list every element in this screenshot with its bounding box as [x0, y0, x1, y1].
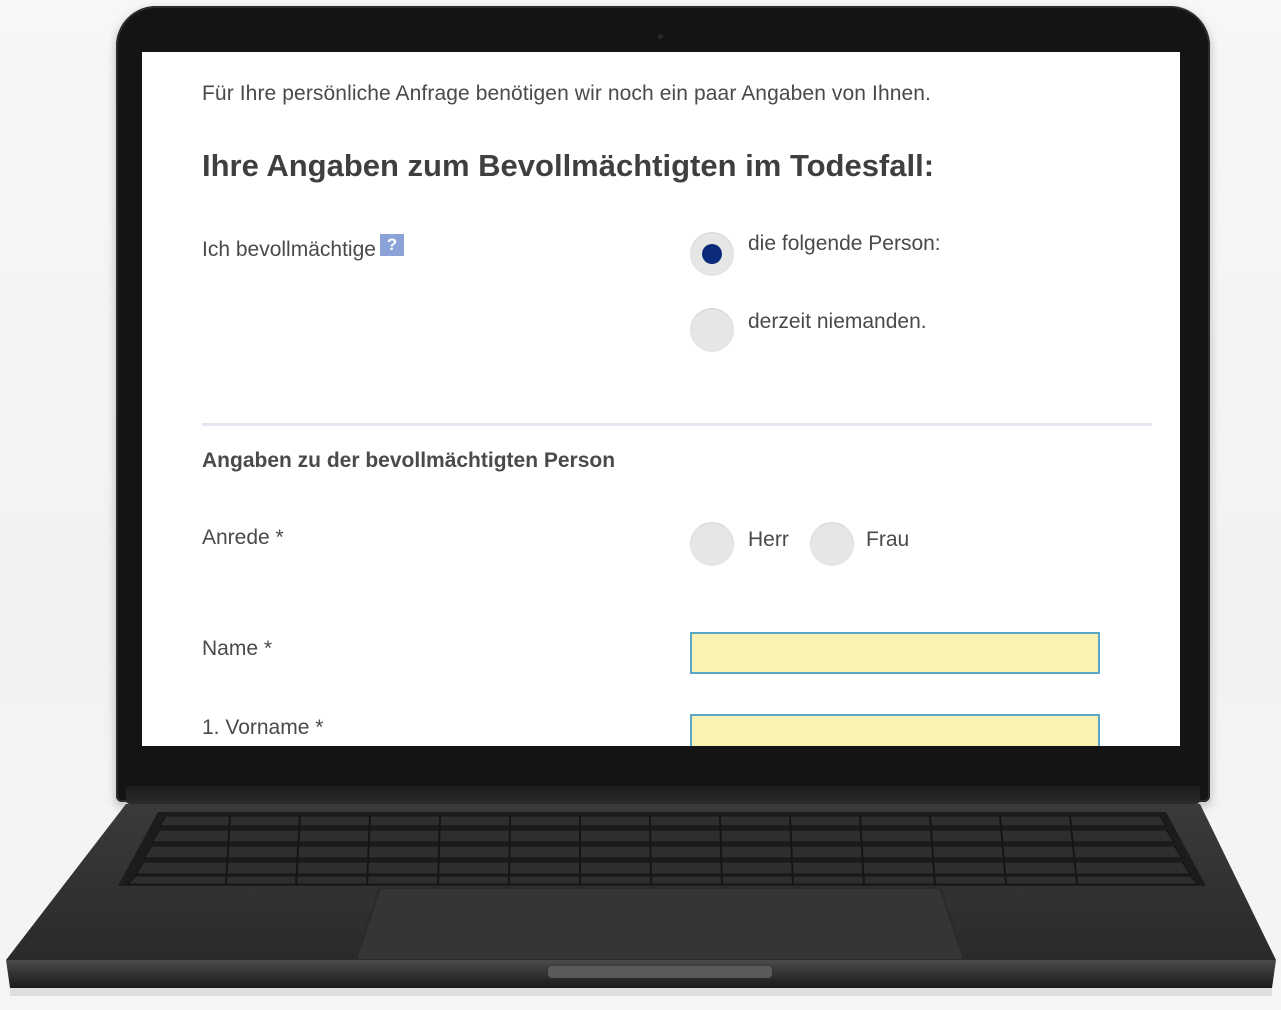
radio-authorize-nobody-label[interactable]: derzeit niemanden.	[748, 310, 927, 334]
laptop-screen: Für Ihre persönliche Anfrage benötigen w…	[142, 52, 1180, 746]
radio-frau[interactable]	[810, 522, 854, 566]
authorize-label: Ich bevollmächtige	[202, 238, 376, 261]
first-name-label: 1. Vorname *	[202, 716, 324, 739]
laptop-keyboard-deck	[0, 800, 1281, 1010]
salutation-label: Anrede *	[202, 526, 284, 549]
radio-herr-label[interactable]: Herr	[748, 528, 789, 552]
name-input[interactable]	[690, 632, 1100, 674]
person-heading: Angaben zu der bevollmächtigten Person	[202, 449, 616, 472]
radio-authorize-person[interactable]	[690, 232, 734, 276]
keyboard-illustration	[6, 804, 1276, 996]
name-label: Name *	[202, 637, 273, 660]
radio-authorize-person-label[interactable]: die folgende Person:	[748, 232, 941, 256]
section-divider	[202, 423, 1152, 426]
help-icon[interactable]: ?	[379, 234, 404, 256]
first-name-input[interactable]	[690, 714, 1100, 746]
radio-frau-label[interactable]: Frau	[866, 528, 909, 552]
radio-authorize-nobody[interactable]	[690, 308, 734, 352]
intro-text: Für Ihre persönliche Anfrage benötigen w…	[202, 82, 931, 105]
radio-herr[interactable]	[690, 522, 734, 566]
section-title: Ihre Angaben zum Bevollmächtigten im Tod…	[202, 148, 935, 183]
authorize-label-row: Ich bevollmächtige?	[202, 234, 404, 262]
laptop-mockup: Für Ihre persönliche Anfrage benötigen w…	[0, 0, 1281, 1010]
camera-icon	[657, 33, 664, 40]
